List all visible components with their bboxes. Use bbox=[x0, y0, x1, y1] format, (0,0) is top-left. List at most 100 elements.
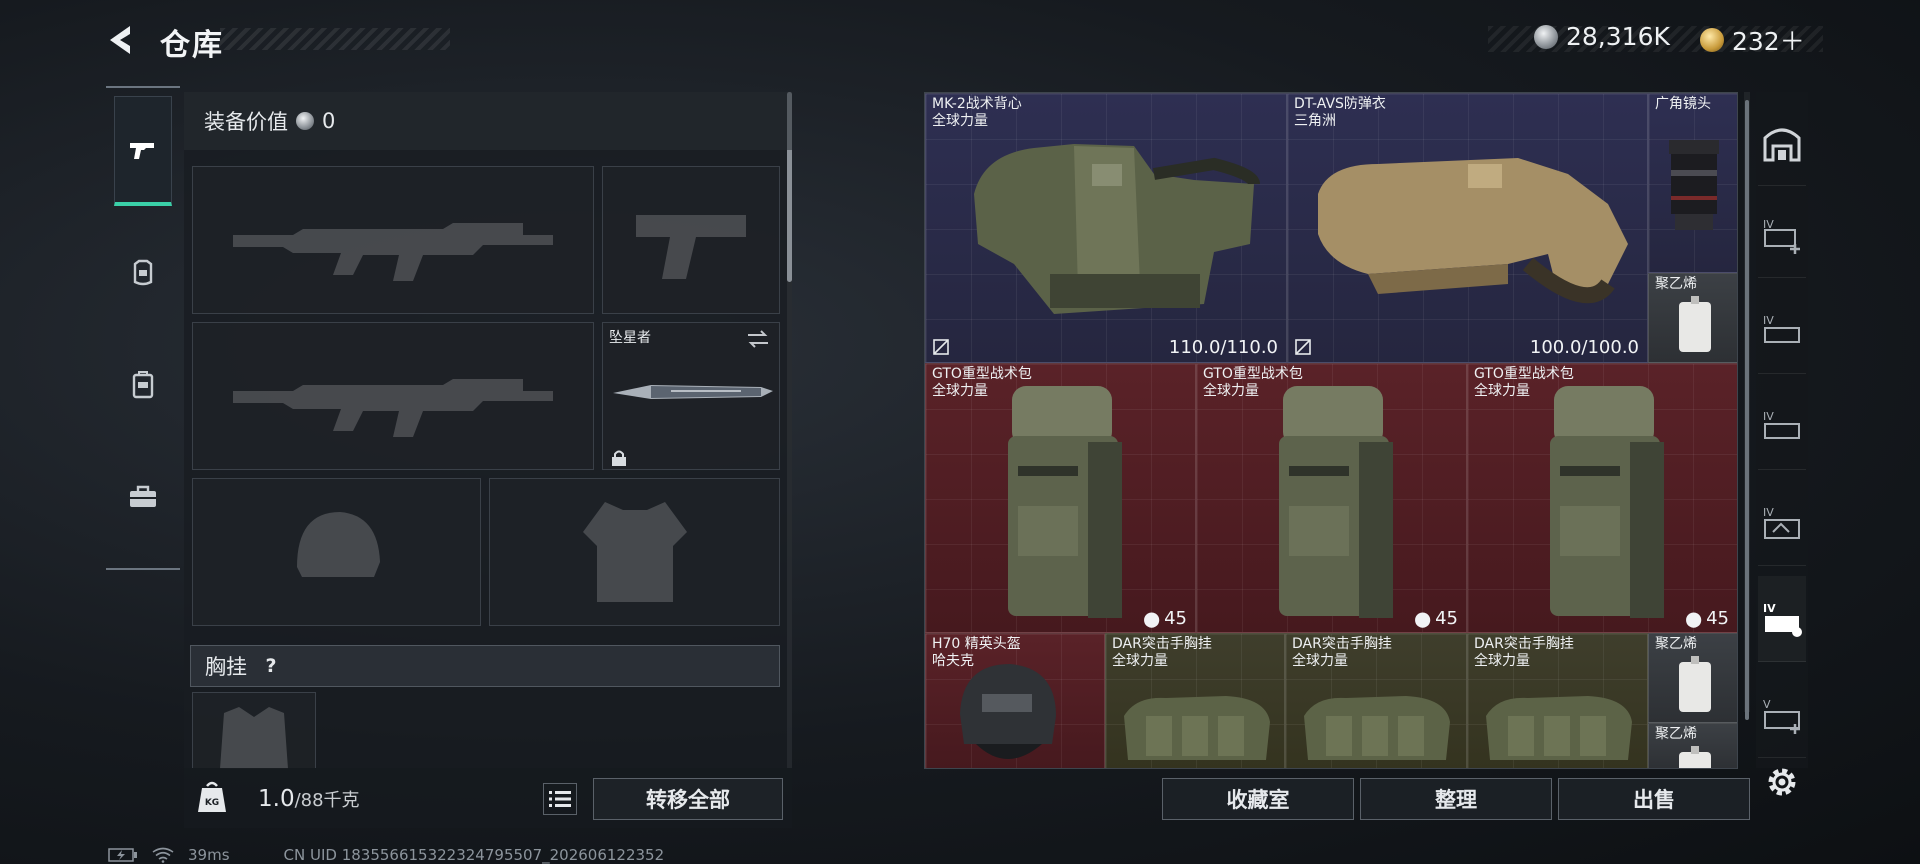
ping-value: 39ms bbox=[188, 846, 230, 864]
wifi-icon bbox=[152, 847, 174, 863]
item-gto-backpack-1[interactable]: GTO重型战术包 全球力量 ⬤ 45 bbox=[925, 363, 1196, 633]
heavy-backpack-image bbox=[1279, 386, 1393, 618]
primary-weapon-slot[interactable] bbox=[192, 166, 594, 314]
item-gto-backpack-3[interactable]: GTO重型战术包 全球力量 ⬤ 45 bbox=[1467, 363, 1737, 633]
item-name: GTO重型战术包 bbox=[932, 366, 1032, 382]
storage-expansion-icon: V bbox=[1763, 698, 1800, 734]
item-faction: 全球力量 bbox=[1203, 383, 1259, 399]
item-polyethylene[interactable]: 聚乙烯 bbox=[1648, 273, 1737, 363]
item-name: H70 精英头盔 bbox=[932, 636, 1021, 652]
rail-tab-backpack[interactable] bbox=[114, 330, 172, 440]
storage-tab-2[interactable]: IV bbox=[1758, 288, 1806, 374]
item-faction: 全球力量 bbox=[932, 383, 988, 399]
capacity-icon: ⬤ bbox=[1414, 609, 1432, 628]
item-faction: 全球力量 bbox=[1112, 653, 1168, 669]
melee-slot[interactable]: 坠星者 bbox=[602, 322, 780, 470]
item-name: GTO重型战术包 bbox=[1203, 366, 1303, 382]
body-armor-slot[interactable] bbox=[489, 478, 780, 626]
sell-button[interactable]: 出售 bbox=[1558, 778, 1750, 820]
item-dar-chest-rig-1[interactable]: DAR突击手胸挂 全球力量 bbox=[1105, 633, 1285, 768]
polyethylene-spool-image bbox=[1679, 746, 1711, 768]
item-wide-angle-lens[interactable]: 广角镜头 bbox=[1648, 93, 1737, 273]
user-uid: CN UID 18355661532232479550​7_2026061223… bbox=[283, 846, 665, 864]
list-icon bbox=[549, 791, 571, 807]
item-name: 广角镜头 bbox=[1655, 96, 1711, 112]
collection-room-button[interactable]: 收藏室 bbox=[1162, 778, 1354, 820]
helmet-silhouette-icon bbox=[296, 512, 380, 577]
gold-coin-icon bbox=[1700, 28, 1724, 52]
rifle-silhouette-icon bbox=[233, 223, 553, 281]
grid-scrollbar[interactable] bbox=[1745, 100, 1749, 720]
svg-text:IV: IV bbox=[1763, 314, 1774, 327]
back-button[interactable] bbox=[104, 22, 144, 58]
item-name: 聚乙烯 bbox=[1655, 726, 1697, 742]
helmet-armor-icon bbox=[133, 259, 153, 286]
svg-text:IV: IV bbox=[1763, 410, 1774, 423]
chest-rig-image bbox=[1124, 696, 1270, 760]
equipment-value: 0 bbox=[322, 109, 336, 133]
storage-tab-add[interactable]: IV bbox=[1758, 192, 1806, 278]
sidearm-slot[interactable] bbox=[602, 166, 780, 314]
item-count: ⬤ 45 bbox=[1414, 608, 1458, 629]
item-mk2-vest[interactable]: MK-2战术背心 全球力量 110.0/110.0 bbox=[925, 93, 1287, 363]
storage-tab-5-active[interactable]: IV bbox=[1758, 576, 1806, 662]
item-name: MK-2战术背心 bbox=[932, 96, 1022, 112]
rail-tab-case[interactable] bbox=[114, 442, 172, 552]
item-name: DAR突击手胸挂 bbox=[1292, 636, 1392, 652]
silver-amount: 28,316K bbox=[1566, 22, 1670, 51]
storage-tab-3[interactable]: IV bbox=[1758, 384, 1806, 470]
transfer-all-button[interactable]: 转移全部 bbox=[593, 778, 783, 820]
helmet-slot[interactable] bbox=[192, 478, 481, 626]
storage-tab-6[interactable]: V bbox=[1758, 672, 1806, 758]
item-dar-chest-rig-2[interactable]: DAR突击手胸挂 全球力量 bbox=[1285, 633, 1467, 768]
storage-tab-4[interactable]: IV bbox=[1758, 480, 1806, 566]
carry-weight-value: 1.0 bbox=[258, 786, 295, 812]
item-h70-helmet[interactable]: H70 精英头盔 哈夫克 bbox=[925, 633, 1105, 768]
silver-coin-icon bbox=[1534, 24, 1558, 49]
item-faction: 全球力量 bbox=[1474, 653, 1530, 669]
helmet-image bbox=[960, 664, 1056, 759]
svg-text:KG: KG bbox=[205, 798, 219, 808]
rail-tab-weapons[interactable] bbox=[114, 96, 172, 206]
item-dar-chest-rig-3[interactable]: DAR突击手胸挂 全球力量 bbox=[1467, 633, 1648, 768]
chest-rig-slot[interactable] bbox=[192, 692, 316, 769]
sort-button[interactable]: 整理 bbox=[1360, 778, 1552, 820]
home-base-icon bbox=[1763, 128, 1801, 161]
secondary-weapon-slot[interactable] bbox=[192, 322, 594, 470]
item-polyethylene[interactable]: 聚乙烯 bbox=[1648, 723, 1737, 768]
storage-tab-main[interactable] bbox=[1758, 100, 1806, 186]
item-dtavs-armor[interactable]: DT-AVS防弹衣 三角洲 100.0/100.0 bbox=[1287, 93, 1648, 363]
item-count: ⬤ 45 bbox=[1143, 608, 1187, 629]
silver-currency: 28,316K bbox=[1534, 22, 1670, 51]
storage-expansion-icon: IV bbox=[1763, 410, 1800, 439]
item-faction: 三角洲 bbox=[1294, 113, 1336, 129]
svg-text:IV: IV bbox=[1763, 602, 1776, 615]
item-faction: 哈夫克 bbox=[932, 653, 974, 669]
swap-arrows-icon[interactable] bbox=[745, 329, 771, 349]
polyethylene-spool-image bbox=[1679, 656, 1711, 712]
item-faction: 全球力量 bbox=[1474, 383, 1530, 399]
backpack-icon bbox=[132, 371, 154, 399]
polyethylene-spool-image bbox=[1679, 296, 1711, 352]
item-polyethylene[interactable]: 聚乙烯 bbox=[1648, 633, 1737, 723]
camera-lens-image bbox=[1669, 140, 1719, 230]
equipment-value-label: 装备价值 bbox=[204, 110, 288, 134]
item-gto-backpack-2[interactable]: GTO重型战术包 全球力量 ⬤ 45 bbox=[1196, 363, 1467, 633]
chest-rig-image bbox=[1486, 696, 1632, 760]
settings-gear-icon[interactable] bbox=[1762, 762, 1802, 802]
gold-currency[interactable]: 232＋ bbox=[1700, 22, 1805, 58]
rail-tab-armor[interactable] bbox=[114, 218, 172, 328]
item-faction: 全球力量 bbox=[932, 113, 988, 129]
item-name: 聚乙烯 bbox=[1655, 636, 1697, 652]
list-view-button[interactable] bbox=[543, 783, 577, 815]
carry-weight: 1.0/88千克 bbox=[258, 786, 360, 812]
body-armor-image bbox=[1318, 158, 1628, 304]
weight-kg-icon: KG bbox=[198, 781, 226, 812]
chest-rig-help-button[interactable]: ? bbox=[259, 654, 283, 678]
item-name: DAR突击手胸挂 bbox=[1112, 636, 1212, 652]
item-faction: 全球力量 bbox=[1292, 653, 1348, 669]
briefcase-icon bbox=[130, 485, 156, 507]
equipment-value-header: 装备价值 0 bbox=[184, 92, 792, 150]
silver-coin-icon bbox=[296, 112, 314, 130]
item-name: DAR突击手胸挂 bbox=[1474, 636, 1574, 652]
